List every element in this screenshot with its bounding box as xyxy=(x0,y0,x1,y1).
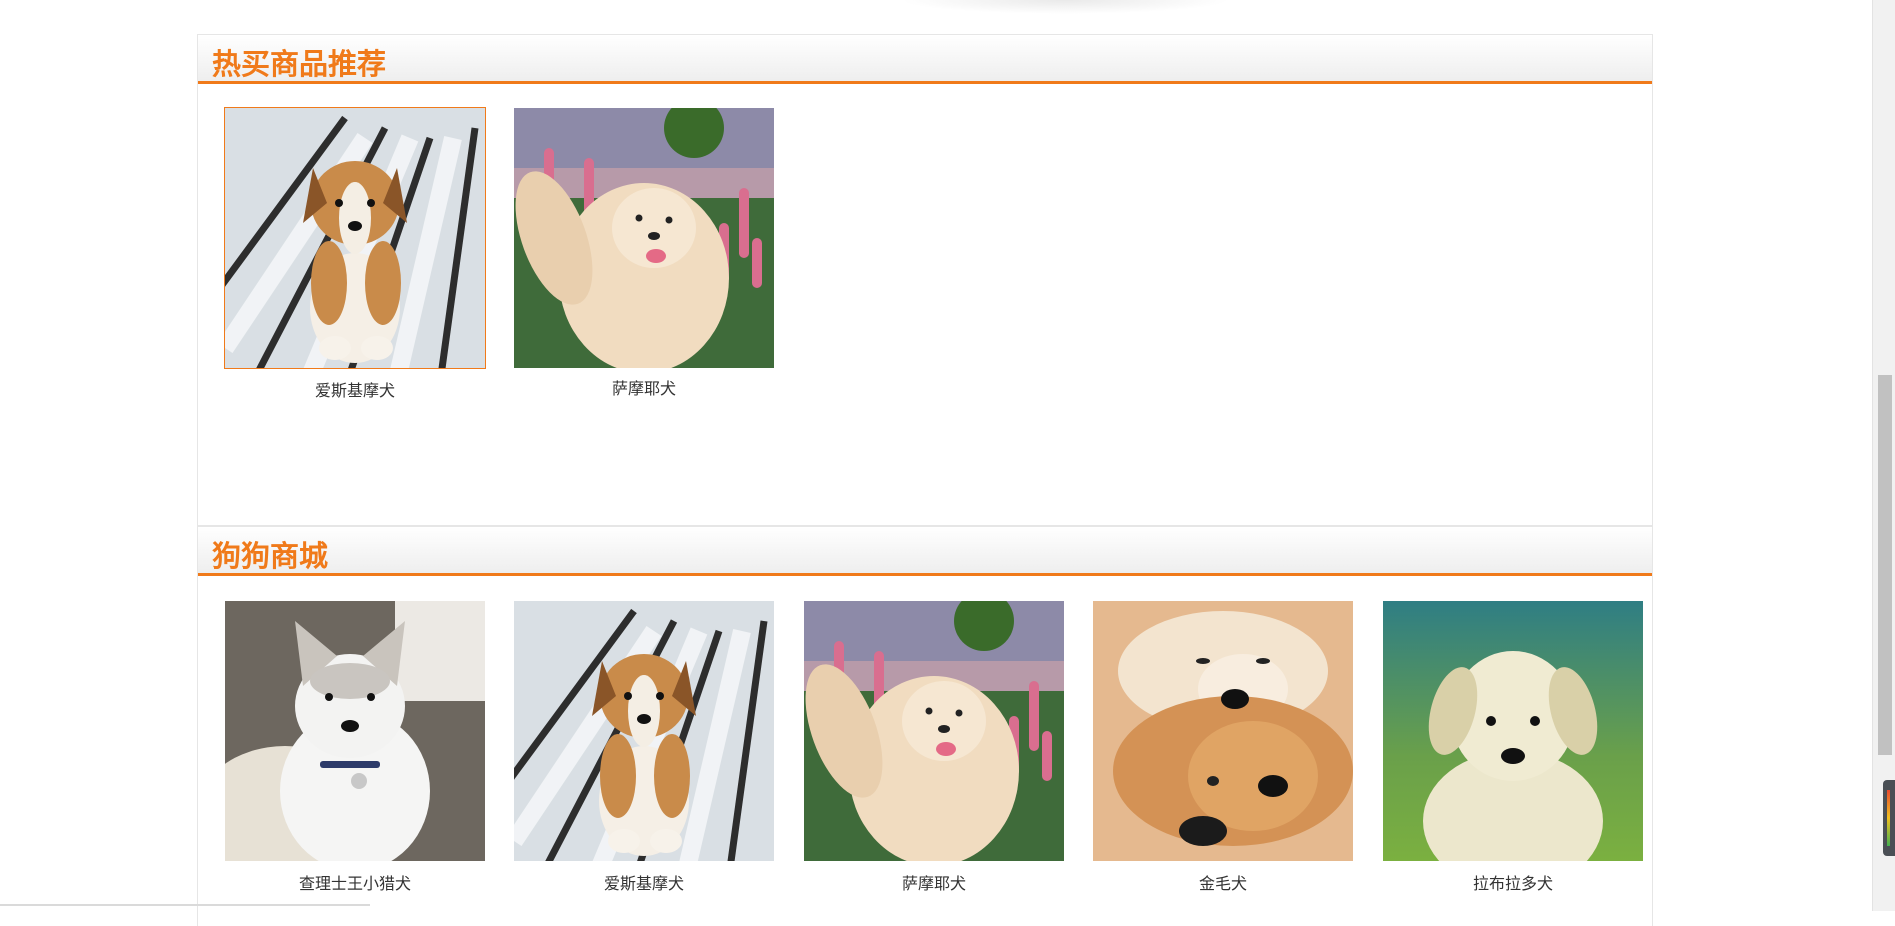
product-image-link[interactable] xyxy=(803,600,1065,862)
scrollbar-thumb[interactable] xyxy=(1878,375,1892,755)
product-image-link[interactable] xyxy=(224,107,486,369)
product-name[interactable]: 爱斯基摩犬 xyxy=(224,377,486,401)
product-image-link[interactable] xyxy=(1382,600,1644,862)
product-image-link[interactable] xyxy=(224,600,486,862)
product-image-link[interactable] xyxy=(1092,600,1354,862)
product-card[interactable]: 爱斯基摩犬 xyxy=(513,600,775,894)
vertical-scrollbar[interactable] xyxy=(1872,0,1895,911)
product-card[interactable]: 萨摩耶犬 xyxy=(803,600,1065,894)
section-title: 热买商品推荐 xyxy=(212,47,387,81)
labrador-puppy-photo xyxy=(1383,601,1643,861)
section-header: 狗狗商城 xyxy=(198,527,1652,576)
product-card[interactable]: 金毛犬 xyxy=(1092,600,1354,894)
product-name[interactable]: 查理士王小猎犬 xyxy=(224,870,486,894)
horizontal-scrollbar-edge xyxy=(0,904,370,906)
product-name[interactable]: 拉布拉多犬 xyxy=(1382,870,1644,894)
golden-retrievers-photo xyxy=(1093,601,1353,861)
product-image-link[interactable] xyxy=(513,600,775,862)
hot-products-section: 热买商品推荐 爱斯基摩犬 萨摩耶犬 xyxy=(197,34,1653,526)
dog-shop-section: 狗狗商城 查理士王小猎犬 爱斯基摩犬 萨摩耶犬 金毛犬 拉布拉多犬 xyxy=(197,526,1653,926)
side-widget-handle[interactable] xyxy=(1883,780,1895,856)
corgi-puppy-photo xyxy=(225,108,485,368)
corgi-puppy-photo xyxy=(514,601,774,861)
product-card[interactable]: 查理士王小猎犬 xyxy=(224,600,486,894)
section-title: 狗狗商城 xyxy=(212,539,329,573)
product-name[interactable]: 萨摩耶犬 xyxy=(803,870,1065,894)
husky-puppy-photo xyxy=(225,601,485,861)
product-name[interactable]: 金毛犬 xyxy=(1092,870,1354,894)
product-card[interactable]: 拉布拉多犬 xyxy=(1382,600,1644,894)
samoyed-flowers-photo xyxy=(514,108,774,368)
product-card[interactable]: 爱斯基摩犬 xyxy=(224,107,486,401)
section-header: 热买商品推荐 xyxy=(198,35,1652,84)
samoyed-flowers-photo xyxy=(804,601,1064,861)
product-image-link[interactable] xyxy=(513,107,775,369)
product-card[interactable]: 萨摩耶犬 xyxy=(513,107,775,399)
product-name[interactable]: 萨摩耶犬 xyxy=(513,375,775,399)
banner-remnant xyxy=(900,0,1230,14)
product-name[interactable]: 爱斯基摩犬 xyxy=(513,870,775,894)
